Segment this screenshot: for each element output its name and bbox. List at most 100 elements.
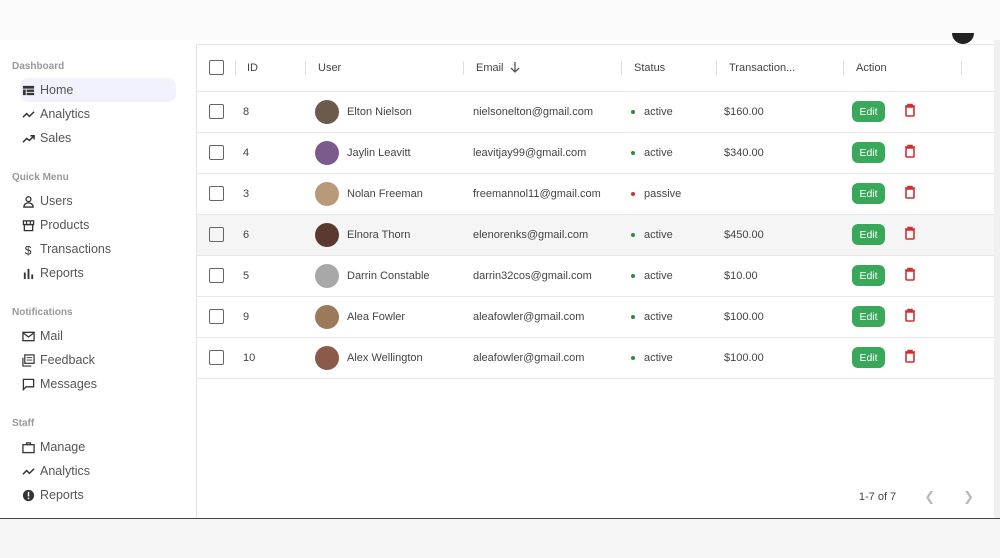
- transaction-cell: $100.00: [717, 295, 844, 337]
- sidebar-item-dashboard-home[interactable]: Home: [20, 78, 176, 102]
- delete-icon[interactable]: [904, 144, 916, 161]
- row-select-cell: [197, 254, 235, 296]
- status-dot-icon: [631, 355, 635, 360]
- user-cell: Elnora Thorn: [306, 213, 464, 255]
- status-cell: passive: [622, 172, 717, 214]
- sidebar-item-notifications-feedback[interactable]: Feedback: [0, 348, 176, 372]
- transaction-cell: [717, 172, 844, 214]
- column-header-status[interactable]: Status: [622, 45, 717, 91]
- edit-button[interactable]: Edit: [852, 347, 885, 368]
- work-icon: [21, 440, 35, 454]
- sidebar-item-label: Reports: [40, 488, 84, 502]
- table-row[interactable]: 6 Elnora Thorn elenorenks@gmail.com acti…: [197, 213, 995, 255]
- user-name: Alex Wellington: [347, 351, 423, 364]
- id-cell: 4: [235, 131, 306, 173]
- row-checkbox[interactable]: [209, 186, 224, 201]
- edit-button[interactable]: Edit: [852, 265, 885, 286]
- profile-avatar[interactable]: [952, 33, 974, 44]
- sidebar-section-title: Dashboard: [12, 61, 65, 72]
- dashboard-icon: [21, 83, 35, 97]
- row-select-cell: [197, 172, 235, 214]
- email-cell: aleafowler@gmail.com: [464, 336, 622, 379]
- table-row[interactable]: 9 Alea Fowler aleafowler@gmail.com activ…: [197, 295, 995, 337]
- pagination: 1-7 of 7 ❮ ❯: [859, 489, 974, 505]
- action-cell: Edit: [844, 295, 962, 337]
- column-header-user[interactable]: User: [306, 45, 464, 91]
- chevron-right-icon[interactable]: ❯: [963, 489, 974, 505]
- sidebar-item-label: Sales: [40, 131, 72, 145]
- user-cell: Elton Nielson: [306, 90, 464, 132]
- sidebar-item-staff-reports[interactable]: Reports: [0, 483, 176, 507]
- table-row[interactable]: 8 Elton Nielson nielsonelton@gmail.com a…: [197, 90, 995, 132]
- avatar: [315, 140, 339, 165]
- user-name: Elton Nielson: [347, 105, 412, 118]
- user-cell: Alex Wellington: [306, 336, 464, 379]
- row-checkbox[interactable]: [209, 145, 224, 160]
- row-checkbox[interactable]: [209, 227, 224, 242]
- sidebar-item-staff-manage[interactable]: Manage: [0, 435, 176, 459]
- id-cell: 8: [235, 90, 306, 132]
- sidebar-item-quick-menu-transactions[interactable]: $ Transactions: [0, 237, 176, 261]
- svg-text:$: $: [24, 243, 31, 255]
- filler-cell: [962, 213, 995, 255]
- delete-icon[interactable]: [904, 308, 916, 325]
- person-icon: [21, 194, 35, 208]
- status-badge: passive: [644, 187, 682, 200]
- user-name: Darrin Constable: [347, 269, 430, 282]
- row-checkbox[interactable]: [209, 104, 224, 119]
- sidebar-item-notifications-mail[interactable]: Mail: [0, 324, 176, 348]
- status-dot-icon: [631, 150, 635, 155]
- chevron-left-icon[interactable]: ❮: [924, 489, 935, 505]
- edit-button[interactable]: Edit: [852, 101, 885, 122]
- table-row[interactable]: 10 Alex Wellington aleafowler@gmail.com …: [197, 336, 995, 379]
- sidebar-item-dashboard-analytics[interactable]: Analytics: [0, 102, 176, 126]
- column-header-transaction[interactable]: Transaction...: [717, 45, 844, 91]
- filler-cell: [962, 336, 995, 379]
- delete-icon[interactable]: [904, 267, 916, 284]
- row-checkbox[interactable]: [209, 309, 224, 324]
- edit-button[interactable]: Edit: [852, 306, 885, 327]
- table-header-row: ID User Email Status Transaction... Acti…: [197, 45, 995, 91]
- user-cell: Jaylin Leavitt: [306, 131, 464, 173]
- avatar: [315, 222, 339, 247]
- scrollbar[interactable]: [994, 40, 1000, 518]
- sidebar-item-quick-menu-products[interactable]: Products: [0, 213, 176, 237]
- delete-icon[interactable]: [904, 226, 916, 243]
- select-all-checkbox[interactable]: [209, 60, 224, 76]
- row-select-cell: [197, 213, 235, 255]
- column-header-email[interactable]: Email: [464, 45, 622, 91]
- sidebar-item-label: Mail: [40, 329, 63, 343]
- edit-button[interactable]: Edit: [852, 224, 885, 245]
- message-icon: [21, 377, 35, 391]
- sidebar-item-dashboard-sales[interactable]: Sales: [0, 126, 176, 150]
- sidebar-section-title: Staff: [12, 418, 35, 429]
- status-badge: active: [644, 269, 673, 282]
- sidebar-item-label: Messages: [40, 377, 97, 391]
- sidebar-item-quick-menu-reports[interactable]: Reports: [0, 261, 176, 285]
- column-header-id[interactable]: ID: [235, 45, 306, 91]
- edit-button[interactable]: Edit: [852, 142, 885, 163]
- transaction-cell: $450.00: [717, 213, 844, 255]
- table-row[interactable]: 5 Darrin Constable darrin32cos@gmail.com…: [197, 254, 995, 296]
- sidebar-item-staff-analytics[interactable]: Analytics: [0, 459, 176, 483]
- sidebar-item-label: Analytics: [40, 464, 91, 478]
- table-row[interactable]: 4 Jaylin Leavitt leavitjay99@gmail.com a…: [197, 131, 995, 173]
- row-checkbox[interactable]: [209, 350, 224, 365]
- sidebar-item-label: Users: [40, 194, 73, 208]
- sidebar-item-quick-menu-users[interactable]: Users: [0, 189, 176, 213]
- table-row[interactable]: 3 Nolan Freeman freemannol11@gmail.com p…: [197, 172, 995, 214]
- dollar-icon: $: [21, 242, 35, 256]
- mail-icon: [21, 329, 35, 343]
- edit-button[interactable]: Edit: [852, 183, 885, 204]
- user-table: ID User Email Status Transaction... Acti…: [197, 45, 995, 379]
- delete-icon[interactable]: [904, 349, 916, 366]
- user-cell: Alea Fowler: [306, 295, 464, 337]
- row-checkbox[interactable]: [209, 268, 224, 283]
- delete-icon[interactable]: [904, 103, 916, 120]
- id-cell: 6: [235, 213, 306, 255]
- sidebar-item-notifications-messages[interactable]: Messages: [0, 372, 176, 396]
- storefront-icon: [21, 218, 35, 232]
- delete-icon[interactable]: [904, 185, 916, 202]
- id-cell: 9: [235, 295, 306, 337]
- filler-cell: [962, 172, 995, 214]
